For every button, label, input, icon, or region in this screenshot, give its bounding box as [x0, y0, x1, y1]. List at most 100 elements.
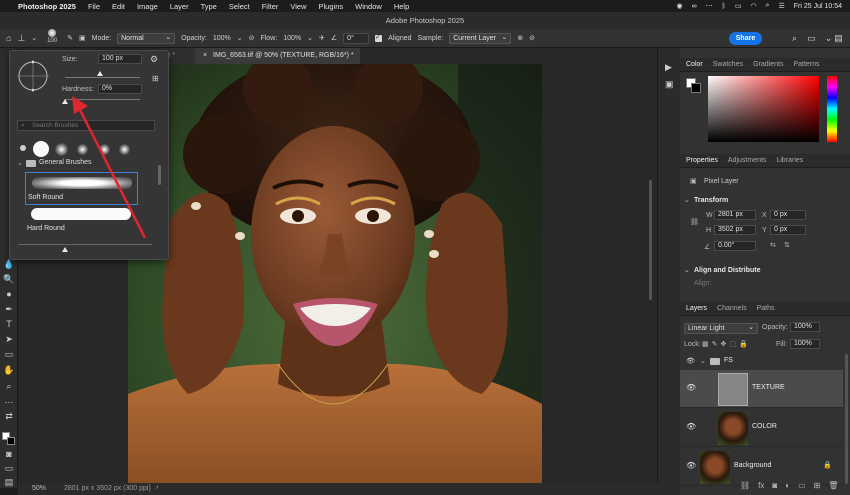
menu-window[interactable]: Window [355, 2, 382, 11]
tab-paths[interactable]: Paths [757, 305, 775, 312]
opacity-chevron-icon[interactable]: ⌄ [237, 34, 243, 42]
swap-colors-icon[interactable]: ⇄ [3, 410, 15, 422]
width-field[interactable]: 2801 px [714, 210, 756, 220]
menu-help[interactable]: Help [394, 2, 409, 11]
recent-brush-2[interactable] [33, 141, 49, 157]
layer-visibility-eye-icon[interactable]: 👁 [686, 461, 696, 470]
panel-toggle-icon[interactable]: ▤ [833, 33, 844, 44]
hue-slider[interactable] [827, 76, 837, 142]
tab-layers[interactable]: Layers [686, 305, 707, 312]
app-menu[interactable]: Photoshop 2025 [18, 2, 76, 11]
layers-scrollbar[interactable] [845, 354, 848, 484]
size-slider[interactable] [65, 77, 140, 78]
delete-layer-icon[interactable]: 🗑 [828, 481, 838, 493]
tab-swatches[interactable]: Swatches [713, 61, 743, 68]
document-tab-close-icon[interactable]: × [203, 52, 207, 59]
share-button[interactable]: Share [729, 32, 762, 45]
menu-type[interactable]: Type [201, 2, 217, 11]
search-icon[interactable]: ⌕ [789, 33, 800, 44]
background-color-swatch[interactable] [7, 437, 15, 445]
dodge-tool-icon[interactable]: 🔍 [3, 273, 15, 285]
comment-icon[interactable]: ▣ [665, 79, 674, 90]
opacity-value[interactable]: 100% [213, 35, 231, 42]
tab-properties[interactable]: Properties [686, 157, 718, 164]
pen-tool-icon[interactable]: ✒ [3, 303, 15, 315]
menu-edit[interactable]: Edit [112, 2, 125, 11]
flow-chevron-icon[interactable]: ⌄ [307, 34, 313, 42]
height-field[interactable]: 3502 px [714, 225, 756, 235]
adjustment-layer-icon[interactable]: ◐ [785, 481, 790, 493]
menu-image[interactable]: Image [137, 2, 158, 11]
menu-plugins[interactable]: Plugins [319, 2, 344, 11]
color-field[interactable] [708, 76, 819, 142]
hand-tool-icon[interactable]: ✋ [3, 364, 15, 376]
zoom-level[interactable]: 50% [32, 485, 46, 492]
size-field[interactable]: 100 px [98, 54, 142, 64]
fx-icon[interactable]: fx [758, 481, 764, 493]
link-layers-icon[interactable]: ⛓ [740, 481, 750, 493]
size-slider-knob[interactable] [97, 71, 103, 76]
angle-field[interactable]: 0.00° [714, 241, 756, 251]
tab-gradients[interactable]: Gradients [753, 61, 783, 68]
flip-horizontal-icon[interactable]: ⇆ [770, 241, 776, 249]
menu-view[interactable]: View [290, 2, 306, 11]
vertical-scrollbar[interactable] [649, 180, 652, 300]
mode-select[interactable]: Normal [117, 32, 176, 44]
layer-opacity-field[interactable]: 100% [790, 322, 820, 332]
angle-icon[interactable]: ∠ [331, 34, 337, 42]
menu-filter[interactable]: Filter [262, 2, 279, 11]
home-icon[interactable]: ⌂ [6, 33, 11, 43]
tab-libraries[interactable]: Libraries [776, 157, 803, 164]
image-canvas[interactable] [128, 64, 542, 484]
play-icon[interactable]: ▶ [665, 62, 672, 73]
angle-field[interactable]: 0° [343, 32, 370, 44]
path-select-tool-icon[interactable]: ➤ [3, 333, 15, 345]
link-dimensions-icon[interactable]: ⛓ [690, 218, 699, 226]
y-field[interactable]: 0 px [770, 225, 806, 235]
menu-file[interactable]: File [88, 2, 100, 11]
record-icon[interactable]: ◉ [677, 2, 683, 10]
flip-vertical-icon[interactable]: ⇅ [784, 241, 790, 249]
group-chevron-icon[interactable]: ⌄ [700, 357, 706, 365]
document-tab[interactable]: × IMG_6563.tif @ 50% (TEXTURE, RGB/16*) … [195, 48, 360, 64]
spotlight-icon[interactable]: ⌕ [766, 2, 770, 10]
clone-source-icon[interactable]: ▣ [79, 34, 86, 42]
transform-chevron-icon[interactable]: ⌄ [684, 196, 690, 204]
pressure-size-icon[interactable]: ⊘ [529, 34, 535, 42]
airbrush-icon[interactable]: ✈ [319, 34, 325, 42]
rectangle-tool-icon[interactable]: ▭ [3, 348, 15, 360]
workspace-icon[interactable]: ▭ [806, 33, 817, 44]
dots-icon[interactable]: ⋯ [706, 2, 713, 10]
color-bg-swatch[interactable] [691, 83, 701, 93]
brush-settings-icon[interactable]: ✎ [67, 34, 73, 42]
tab-channels[interactable]: Channels [717, 305, 747, 312]
more-tools-icon[interactable]: ⋯ [3, 396, 15, 408]
screen-mode-icon[interactable]: ▭ [3, 462, 15, 474]
tab-color[interactable]: Color [686, 61, 703, 68]
pressure-opacity-icon[interactable]: ⊘ [249, 34, 255, 42]
group-expand-chevron-icon[interactable]: ⌄ [17, 159, 23, 167]
clone-stamp-tool-icon[interactable]: ⊥ [17, 33, 25, 44]
aligned-checkbox[interactable] [375, 33, 383, 42]
control-center-icon[interactable]: ☰ [778, 2, 784, 10]
sponge-tool-icon[interactable]: ● [3, 288, 15, 300]
add-mask-icon[interactable]: ◙ [772, 481, 777, 493]
align-chevron-icon[interactable]: ⌄ [684, 266, 690, 274]
x-field[interactable]: 0 px [770, 210, 806, 220]
bluetooth-icon[interactable]: ᛒ [722, 3, 726, 10]
new-layer-icon[interactable]: ⊞ [814, 481, 821, 493]
layer-visibility-eye-icon[interactable]: 👁 [686, 383, 696, 392]
wifi-icon[interactable]: ◠ [750, 2, 756, 10]
type-tool-icon[interactable]: T [3, 318, 15, 330]
quick-mask-icon[interactable]: ◙ [3, 448, 15, 460]
tab-patterns[interactable]: Patterns [793, 61, 819, 68]
tab-adjustments[interactable]: Adjustments [728, 157, 767, 164]
brush-gear-icon[interactable]: ⚙ [150, 54, 158, 65]
status-menu-chevron-icon[interactable]: › [156, 484, 158, 491]
layer-row-texture[interactable]: 👁 TEXTURE [680, 370, 843, 408]
ignore-adjustment-icon[interactable]: ⊗ [517, 34, 523, 42]
new-preset-icon[interactable]: ⊞ [152, 74, 159, 83]
menu-layer[interactable]: Layer [170, 2, 189, 11]
frame-icon[interactable]: ▤ [3, 476, 15, 488]
menu-select[interactable]: Select [229, 2, 250, 11]
